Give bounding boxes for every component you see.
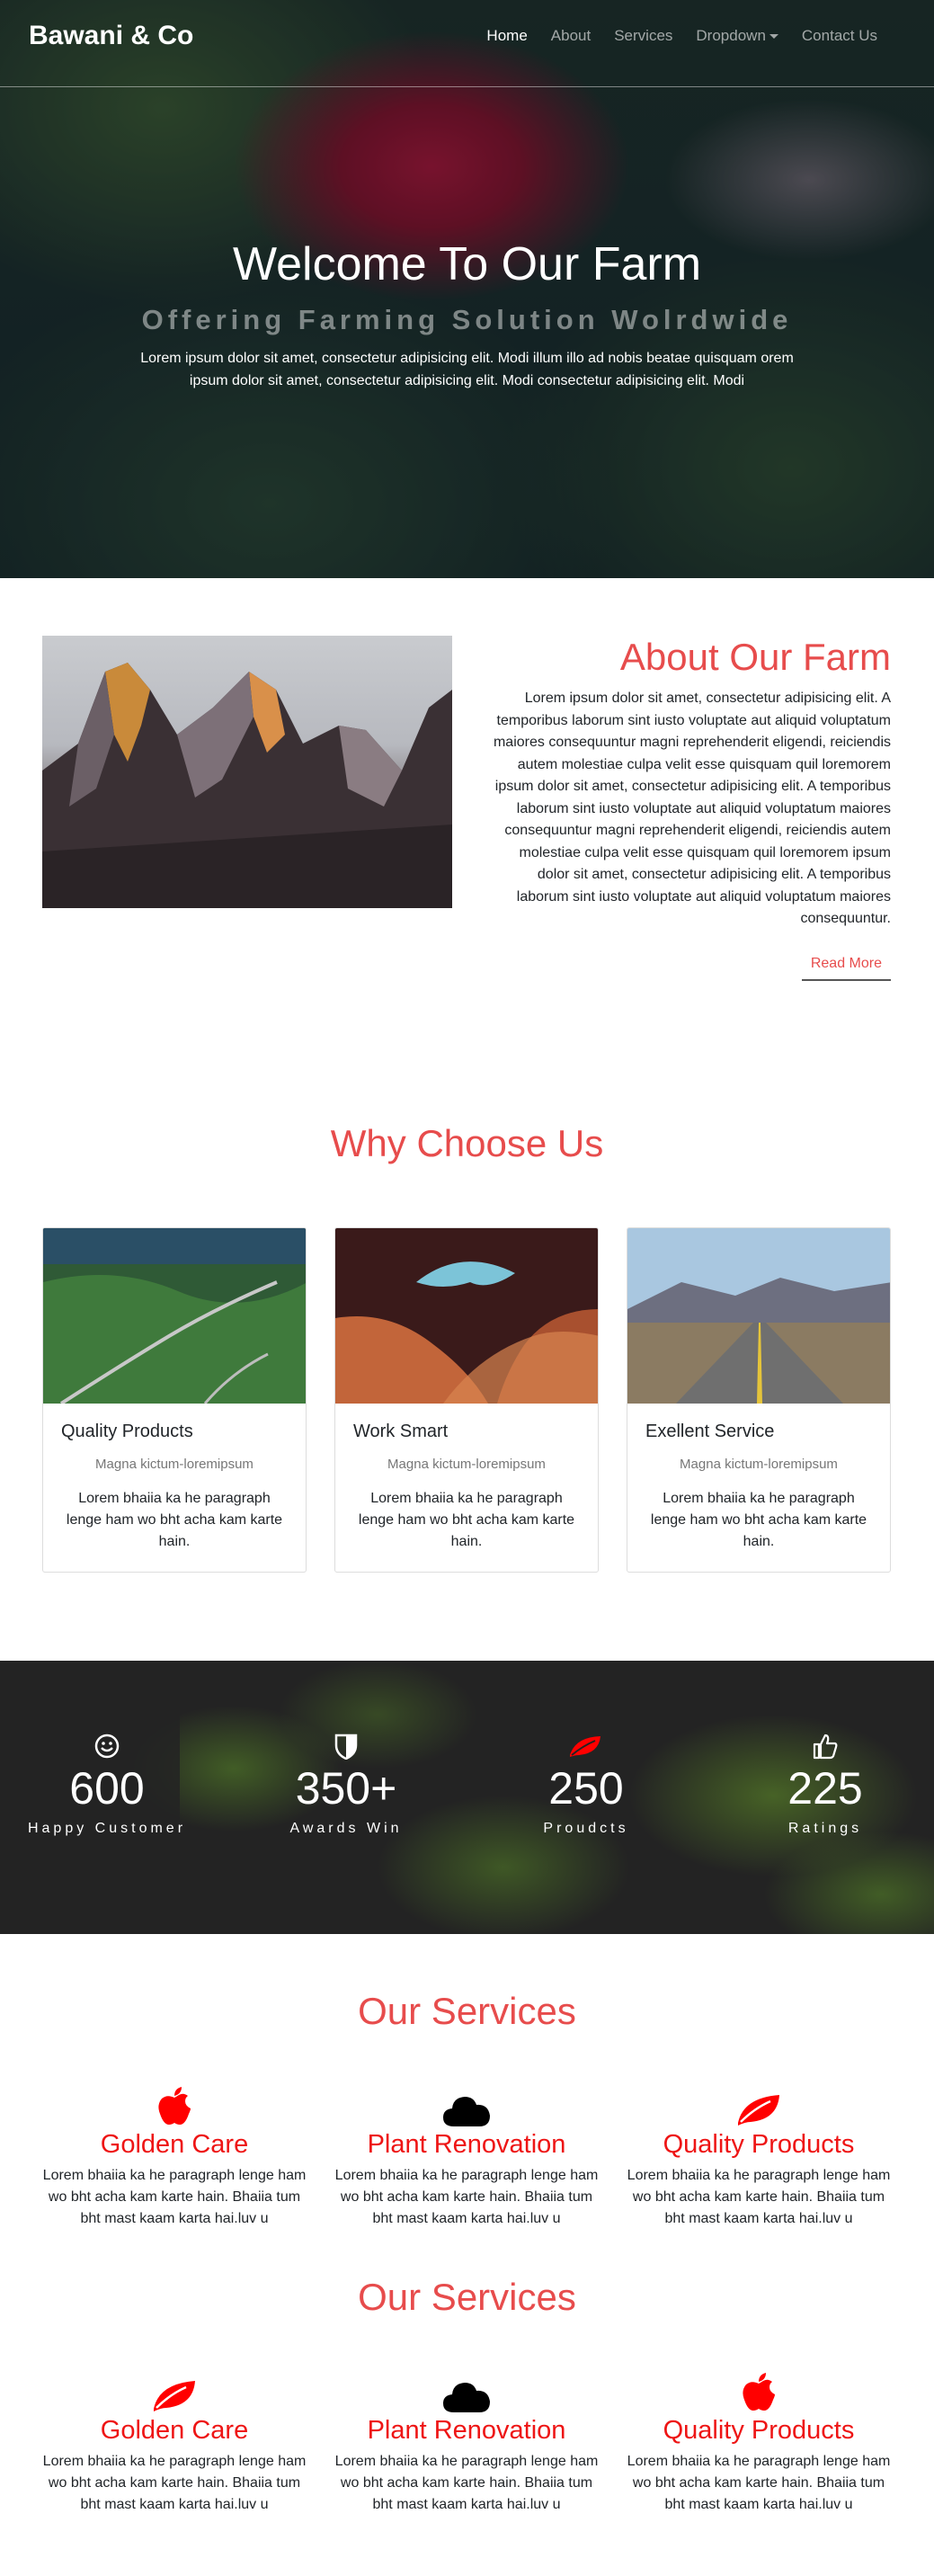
service-text: Lorem bhaiia ka he paragraph lenge ham w… (42, 2454, 307, 2512)
services-section-2: Our Services Golden Care Lorem bhaiia ka… (0, 2220, 934, 2512)
service-title: Plant Renovation (367, 2130, 566, 2159)
leaf-icon (627, 2087, 891, 2126)
about-section: About Our Farm Lorem ipsum dolor sit ame… (0, 578, 934, 1001)
smile-icon (8, 1731, 206, 1761)
services-row: Golden Care Lorem bhaiia ka he paragraph… (42, 2373, 891, 2516)
services-title: Our Services (358, 1990, 576, 2032)
card-body: Exellent Service Magna kictum-loremipsum… (627, 1404, 890, 1571)
read-more-button[interactable]: Read More (801, 949, 891, 981)
why-title: Why Choose Us (330, 1122, 604, 1164)
hero-title: Welcome To Our Farm (232, 238, 702, 290)
about-text: Lorem ipsum dolor sit amet, consectetur … (493, 691, 891, 926)
canyon-image (335, 1228, 598, 1404)
stat-label: Ratings (787, 1821, 863, 1836)
service-item: Quality Products Lorem bhaiia ka he para… (627, 2373, 891, 2516)
stat-label: Awards Win (289, 1821, 403, 1836)
hero-section: Bawani & Co Home About Services Dropdown… (0, 0, 934, 578)
caret-down-icon (769, 34, 778, 40)
nav-link-services[interactable]: Services (602, 27, 684, 45)
stat-products: 250 Proudcts (487, 1731, 685, 1837)
card-subtitle: Magna kictum-loremipsum (387, 1457, 546, 1472)
stat-ratings: 225 Ratings (726, 1731, 924, 1837)
stat-happy-customer: 600 Happy Customer (8, 1731, 206, 1837)
stats-section: 600 Happy Customer 350+ Awards Win 250 P… (0, 1661, 934, 1934)
nav-link-about[interactable]: About (539, 27, 602, 45)
stat-value: 225 (787, 1763, 863, 1814)
feature-card[interactable]: Work Smart Magna kictum-loremipsum Lorem… (334, 1227, 599, 1573)
why-section: Why Choose Us Quality Products Magna kic… (0, 1001, 934, 1661)
stat-value: 350+ (295, 1763, 397, 1814)
nav-link-home[interactable]: Home (475, 27, 538, 45)
card-body: Quality Products Magna kictum-loremipsum… (43, 1404, 306, 1571)
service-text: Lorem bhaiia ka he paragraph lenge ham w… (334, 2454, 599, 2512)
hero-content: Welcome To Our Farm Offering Farming Sol… (0, 237, 934, 392)
service-item: Plant Renovation Lorem bhaiia ka he para… (334, 2373, 599, 2516)
stat-value: 250 (548, 1763, 624, 1814)
hero-text: Lorem ipsum dolor sit amet, consectetur … (140, 351, 794, 388)
mountain-image (42, 636, 452, 908)
service-title: Quality Products (663, 2130, 855, 2159)
stat-label: Happy Customer (27, 1821, 187, 1836)
service-item: Plant Renovation Lorem bhaiia ka he para… (334, 2087, 599, 2230)
feature-card[interactable]: Exellent Service Magna kictum-loremipsum… (627, 1227, 891, 1573)
brand-logo[interactable]: Bawani & Co (29, 21, 193, 51)
service-title: Plant Renovation (367, 2416, 566, 2445)
nav-dropdown[interactable]: Dropdown (684, 27, 790, 45)
about-content: About Our Farm Lorem ipsum dolor sit ame… (490, 636, 891, 981)
shield-icon (247, 1731, 445, 1761)
services-title: Our Services (358, 2276, 576, 2318)
navbar: Bawani & Co Home About Services Dropdown… (0, 0, 934, 87)
feature-card[interactable]: Quality Products Magna kictum-loremipsum… (42, 1227, 307, 1573)
card-subtitle: Magna kictum-loremipsum (680, 1457, 838, 1472)
service-item: Golden Care Lorem bhaiia ka he paragraph… (42, 2087, 307, 2230)
nav-link-contact[interactable]: Contact Us (790, 27, 889, 45)
service-title: Golden Care (100, 2416, 249, 2445)
thumbs-up-icon (726, 1731, 924, 1761)
leaf-icon (42, 2373, 307, 2412)
service-title: Golden Care (100, 2130, 249, 2159)
apple-icon (42, 2087, 307, 2126)
cloud-icon (334, 2087, 599, 2126)
nav-dropdown-label: Dropdown (696, 27, 766, 44)
card-subtitle: Magna kictum-loremipsum (95, 1457, 254, 1472)
hero-subtitle: Offering Farming Solution Wolrdwide (141, 304, 793, 335)
stat-awards-win: 350+ Awards Win (247, 1731, 445, 1837)
card-text: Lorem bhaiia ka he paragraph lenge ham w… (66, 1491, 283, 1549)
stat-label: Proudcts (543, 1821, 629, 1836)
road-image (627, 1228, 890, 1404)
about-title: About Our Farm (619, 636, 891, 678)
service-item: Quality Products Lorem bhaiia ka he para… (627, 2087, 891, 2230)
service-item: Golden Care Lorem bhaiia ka he paragraph… (42, 2373, 307, 2516)
card-title: Quality Products (61, 1422, 193, 1441)
services-row: Golden Care Lorem bhaiia ka he paragraph… (42, 2087, 891, 2230)
leaf-icon (487, 1731, 685, 1761)
card-title: Work Smart (353, 1422, 449, 1441)
apple-icon (627, 2373, 891, 2412)
card-body: Work Smart Magna kictum-loremipsum Lorem… (335, 1404, 598, 1571)
valley-image (43, 1228, 306, 1405)
nav-links: Home About Services Dropdown Contact Us (475, 27, 889, 45)
feature-cards: Quality Products Magna kictum-loremipsum… (42, 1227, 891, 1573)
services-section: Our Services Golden Care Lorem bhaiia ka… (0, 1934, 934, 2226)
service-text: Lorem bhaiia ka he paragraph lenge ham w… (627, 2454, 891, 2512)
card-title: Exellent Service (645, 1422, 775, 1441)
stat-value: 600 (69, 1763, 145, 1814)
card-text: Lorem bhaiia ka he paragraph lenge ham w… (358, 1491, 575, 1549)
cloud-icon (334, 2373, 599, 2412)
service-title: Quality Products (663, 2416, 855, 2445)
card-text: Lorem bhaiia ka he paragraph lenge ham w… (650, 1491, 867, 1549)
